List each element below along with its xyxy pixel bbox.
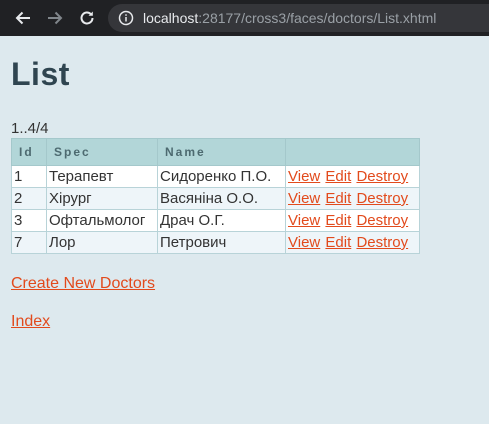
cell-id: 2 xyxy=(11,187,47,210)
doctors-table: Id Spec Name 1 Терапевт Сидоренко П.О. V… xyxy=(11,138,420,254)
cell-name: Драч О.Г. xyxy=(157,209,286,232)
page-content: List 1..4/4 Id Spec Name 1 Терапевт Сидо… xyxy=(11,36,489,424)
cell-spec: Терапевт xyxy=(46,165,158,188)
destroy-link[interactable]: Destroy xyxy=(356,190,408,207)
cell-actions: View Edit Destroy xyxy=(285,165,420,188)
cell-spec: Офтальмолог xyxy=(46,209,158,232)
destroy-link[interactable]: Destroy xyxy=(356,168,408,185)
table-row: 2 Хірург Васяніна О.О. View Edit Destroy xyxy=(11,187,420,210)
column-header-name: Name xyxy=(157,138,286,166)
pagination-info: 1..4/4 xyxy=(11,120,49,137)
view-link[interactable]: View xyxy=(288,234,320,251)
destroy-link[interactable]: Destroy xyxy=(356,212,408,229)
cell-name: Петрович xyxy=(157,231,286,254)
destroy-link[interactable]: Destroy xyxy=(356,234,408,251)
back-arrow-icon[interactable] xyxy=(12,7,34,29)
table-row: 3 Офтальмолог Драч О.Г. View Edit Destro… xyxy=(11,209,420,232)
address-bar[interactable]: localhost:28177/cross3/faces/doctors/Lis… xyxy=(108,4,489,32)
table-row: 1 Терапевт Сидоренко П.О. View Edit Dest… xyxy=(11,165,420,188)
cell-actions: View Edit Destroy xyxy=(285,209,420,232)
edit-link[interactable]: Edit xyxy=(325,190,351,207)
view-link[interactable]: View xyxy=(288,190,320,207)
cell-name: Сидоренко П.О. xyxy=(157,165,286,188)
table-header-row: Id Spec Name xyxy=(11,138,420,166)
forward-arrow-icon[interactable] xyxy=(44,7,66,29)
edit-link[interactable]: Edit xyxy=(325,168,351,185)
url-host: localhost xyxy=(143,10,199,26)
column-header-id: Id xyxy=(11,138,47,166)
edit-link[interactable]: Edit xyxy=(325,234,351,251)
edit-link[interactable]: Edit xyxy=(325,212,351,229)
cell-id: 3 xyxy=(11,209,47,232)
cell-actions: View Edit Destroy xyxy=(285,187,420,210)
view-link[interactable]: View xyxy=(288,168,320,185)
cell-spec: Хірург xyxy=(46,187,158,210)
cell-id: 1 xyxy=(11,165,47,188)
url-text[interactable]: localhost:28177/cross3/faces/doctors/Lis… xyxy=(143,10,436,26)
index-link[interactable]: Index xyxy=(11,313,50,331)
cell-name: Васяніна О.О. xyxy=(157,187,286,210)
browser-toolbar: localhost:28177/cross3/faces/doctors/Lis… xyxy=(0,0,489,36)
create-new-doctors-link[interactable]: Create New Doctors xyxy=(11,275,155,293)
cell-actions: View Edit Destroy xyxy=(285,231,420,254)
info-icon[interactable] xyxy=(118,10,134,26)
view-link[interactable]: View xyxy=(288,212,320,229)
cell-id: 7 xyxy=(11,231,47,254)
column-header-actions xyxy=(285,138,420,166)
table-row: 7 Лор Петрович View Edit Destroy xyxy=(11,231,420,254)
reload-icon[interactable] xyxy=(76,7,98,29)
url-path: :28177/cross3/faces/doctors/List.xhtml xyxy=(198,10,437,26)
cell-spec: Лор xyxy=(46,231,158,254)
column-header-spec: Spec xyxy=(46,138,158,166)
page-title: List xyxy=(11,56,70,92)
